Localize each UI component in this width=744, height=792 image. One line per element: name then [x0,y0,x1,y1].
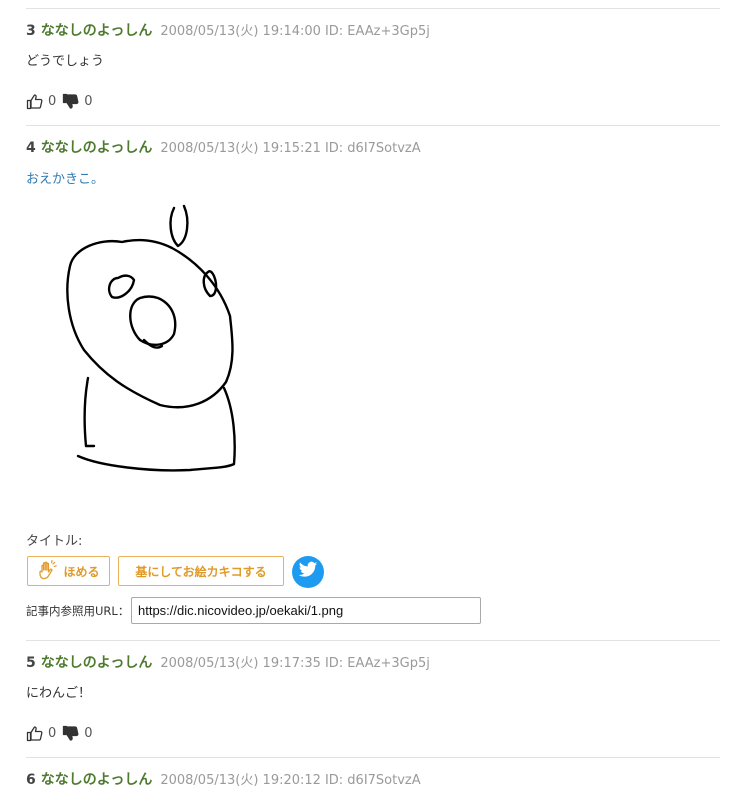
post-date: 2008/05/13(火) 19:15:21 [160,141,321,156]
thumbs-down-icon[interactable] [62,725,79,742]
dislike-count: 0 [84,93,93,109]
post-date: 2008/05/13(火) 19:17:35 [160,656,321,671]
post-header: 4 ななしのよっしん 2008/05/13(火) 19:15:21 ID: d6I7S… [26,137,421,157]
reference-url-label: 記事内参照用URL： [26,604,130,618]
oekaki-link[interactable]: おえかきこ。 [26,171,104,189]
like-count: 0 [48,93,57,109]
post-number: 4 [26,140,36,156]
twitter-share-button[interactable] [292,556,324,588]
thumbs-up-icon[interactable] [26,93,43,110]
poster-id[interactable]: ID: EAAz+3Gp5j [325,24,430,39]
post-date: 2008/05/13(火) 19:14:00 [160,24,321,39]
thumbs-up-icon[interactable] [26,725,43,742]
clapping-hand-icon [37,560,59,582]
post-header: 3 ななしのよっしん 2008/05/13(火) 19:14:00 ID: EAAz+… [26,20,430,40]
divider [26,640,720,641]
oekaki-drawing [66,204,236,472]
divider [26,757,720,758]
poster-name[interactable]: ななしのよっしん [41,23,153,39]
poster-id[interactable]: ID: d6I7SotvzA [325,141,421,156]
poster-id[interactable]: ID: d6I7SotvzA [325,773,421,788]
post-body: どうでしょう [26,54,105,69]
vote-bar: 0 0 [26,91,99,111]
post-number: 6 [26,772,36,788]
post-date: 2008/05/13(火) 19:20:12 [160,773,321,788]
post-header: 6 ななしのよっしん 2008/05/13(火) 19:20:12 ID: d6I7S… [26,769,421,789]
create-derivative-button[interactable]: 基にしてお絵カキコする [118,556,284,586]
post-body: にわんご！ [26,686,92,701]
dislike-count: 0 [84,725,93,741]
twitter-bird-icon [298,561,318,583]
homeru-label: ほめる [63,564,100,579]
reference-url-field[interactable] [131,597,481,624]
like-count: 0 [48,725,57,741]
thumbs-down-icon[interactable] [62,93,79,110]
oekaki-title-label: タイトル: [26,534,83,549]
poster-name[interactable]: ななしのよっしん [41,772,153,788]
homeru-button[interactable]: ほめる [27,556,110,586]
post-number: 3 [26,23,36,39]
divider [26,125,720,126]
post-header: 5 ななしのよっしん 2008/05/13(火) 19:17:35 ID: EAAz+… [26,652,430,672]
poster-name[interactable]: ななしのよっしん [41,140,153,156]
divider [26,8,720,9]
poster-name[interactable]: ななしのよっしん [41,655,153,671]
post-number: 5 [26,655,36,671]
create-derivative-label: 基にしてお絵カキコする [135,564,267,579]
vote-bar: 0 0 [26,723,99,743]
poster-id[interactable]: ID: EAAz+3Gp5j [325,656,430,671]
